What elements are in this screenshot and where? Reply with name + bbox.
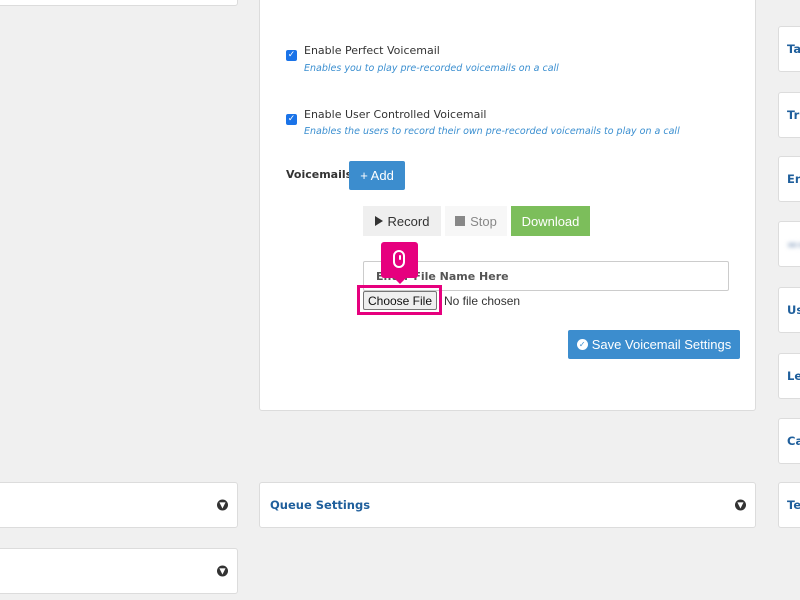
- left-top-card: [0, 0, 238, 6]
- save-voicemail-settings-button[interactable]: ✓ Save Voicemail Settings: [568, 330, 740, 359]
- right-sidebar-item-label: Te: [787, 498, 800, 512]
- right-sidebar-item-label: ▬▬: [787, 237, 800, 251]
- stop-icon: [455, 216, 466, 226]
- download-button[interactable]: Download: [511, 206, 590, 236]
- choose-file-button[interactable]: Choose File: [363, 291, 437, 310]
- right-sidebar-item[interactable]: Ca: [778, 418, 800, 464]
- voicemails-label: Voicemails: [286, 168, 353, 181]
- queue-settings-card[interactable]: Queue Settings ▼: [259, 482, 756, 528]
- queue-settings-title: Queue Settings: [270, 498, 371, 512]
- user-controlled-voicemail-description: Enables the users to record their own pr…: [304, 126, 680, 137]
- perfect-voicemail-description: Enables you to play pre-recorded voicema…: [304, 63, 559, 74]
- right-sidebar-item-label: Tr: [787, 108, 800, 122]
- right-sidebar-item-label: Ta: [787, 42, 800, 56]
- right-sidebar-item[interactable]: ▬▬: [778, 221, 800, 267]
- right-sidebar-item[interactable]: Tr: [778, 92, 800, 138]
- user-controlled-voicemail-checkbox[interactable]: ✓: [286, 114, 297, 125]
- right-sidebar-item-label: En: [787, 172, 800, 186]
- check-circle-icon: ✓: [576, 339, 588, 350]
- left-collapsed-card[interactable]: ▼: [0, 482, 238, 528]
- right-sidebar-item-label: Le: [787, 369, 800, 383]
- record-button-label: Record: [387, 213, 430, 229]
- chevron-down-icon[interactable]: ▼: [217, 565, 228, 577]
- chevron-down-icon[interactable]: ▼: [217, 499, 228, 511]
- right-sidebar-item[interactable]: Ta: [778, 26, 800, 72]
- mouse-click-icon: [381, 242, 418, 284]
- perfect-voicemail-label: Enable Perfect Voicemail: [304, 44, 440, 57]
- record-button[interactable]: Record: [363, 206, 441, 236]
- right-sidebar-item-label: Us: [787, 303, 800, 317]
- stop-button-label: Stop: [470, 213, 497, 229]
- perfect-voicemail-checkbox[interactable]: ✓: [286, 50, 297, 61]
- right-sidebar-item[interactable]: Us: [778, 287, 800, 333]
- file-status-text: No file chosen: [444, 294, 521, 308]
- chevron-down-icon[interactable]: ▼: [735, 499, 746, 511]
- user-controlled-voicemail-label: Enable User Controlled Voicemail: [304, 108, 487, 121]
- right-sidebar-item-label: Ca: [787, 434, 800, 448]
- stop-button[interactable]: Stop: [445, 206, 507, 236]
- save-button-label: Save Voicemail Settings: [591, 337, 732, 352]
- right-sidebar-item[interactable]: Te: [778, 482, 800, 528]
- play-icon: [374, 216, 383, 226]
- left-collapsed-card-2[interactable]: ▼: [0, 548, 238, 594]
- add-voicemail-button[interactable]: + Add: [349, 161, 405, 190]
- right-sidebar-item[interactable]: Le: [778, 353, 800, 399]
- right-sidebar-item[interactable]: En: [778, 156, 800, 202]
